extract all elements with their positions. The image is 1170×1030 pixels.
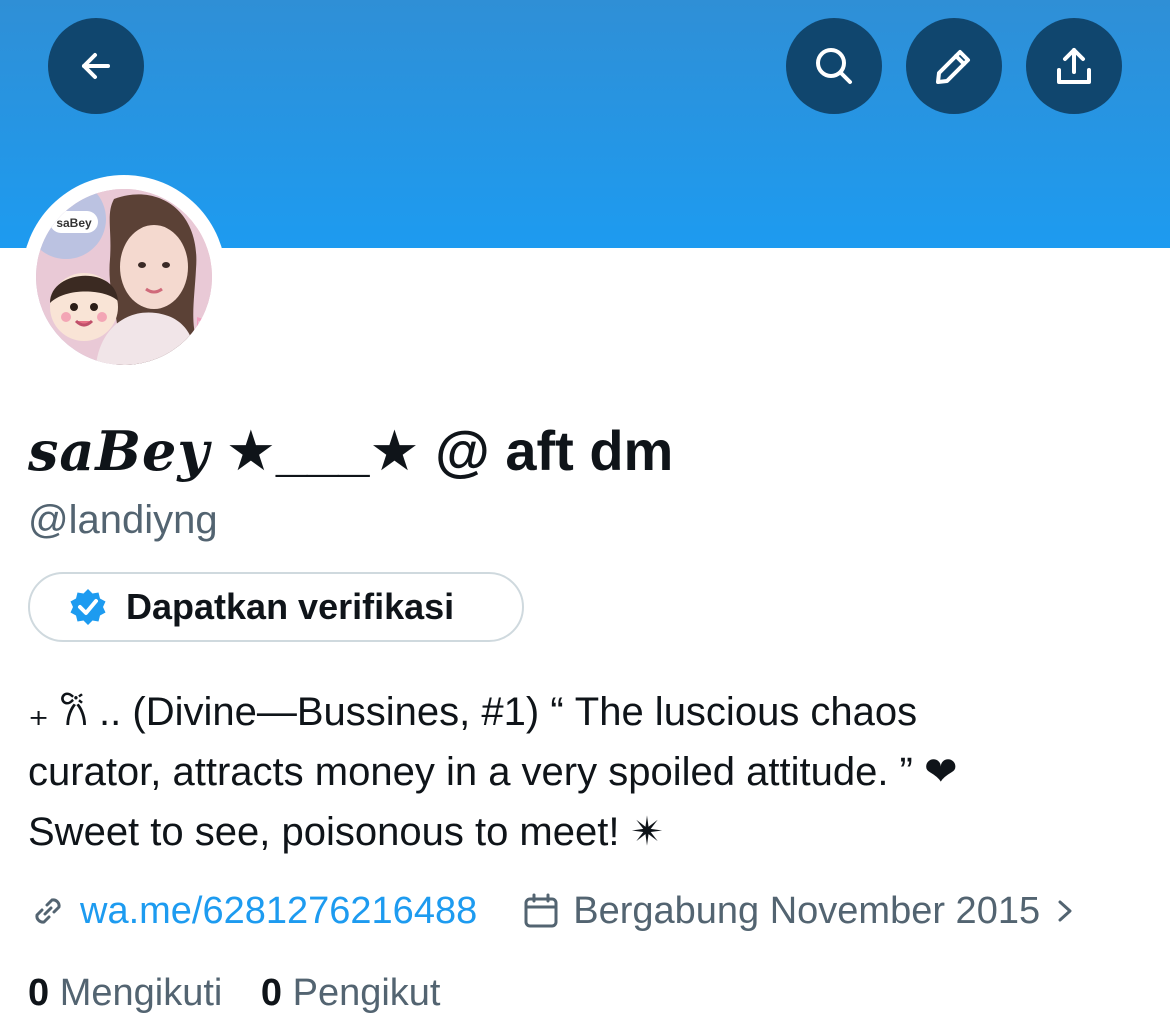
followers-stat[interactable]: 0 Pengikut — [261, 972, 441, 1014]
back-button[interactable] — [48, 18, 144, 114]
calendar-icon — [524, 893, 558, 928]
share-button[interactable] — [1026, 18, 1122, 114]
joined-date: Bergabung November 2015 — [573, 889, 1041, 932]
get-verified-button[interactable]: Dapatkan verifikasi — [28, 572, 524, 642]
avatar[interactable]: saBey ♫ — [22, 175, 226, 379]
display-name: saBey ★___★ @ aft dm — [28, 418, 673, 484]
profile-meta: wa.me/6281276216488 Bergabung November 2… — [28, 886, 1080, 936]
link-icon — [35, 898, 61, 924]
pencil-icon — [936, 50, 970, 84]
followers-label: Pengikut — [292, 972, 441, 1014]
svg-text:saBey: saBey — [56, 216, 92, 230]
following-label: Mengikuti — [59, 972, 223, 1014]
chevron-right-icon[interactable] — [1050, 891, 1080, 931]
following-count: 0 — [28, 972, 50, 1014]
get-verified-label: Dapatkan verifikasi — [126, 586, 455, 627]
following-stat[interactable]: 0 Mengikuti — [28, 972, 233, 1014]
bio-line: curator, attracts money in a very spoile… — [28, 750, 958, 794]
display-name-script: saBey — [28, 419, 210, 483]
profile-link[interactable]: wa.me/6281276216488 — [80, 890, 477, 933]
display-name-rest: ★___★ @ aft dm — [225, 419, 674, 482]
bio-line: Sweet to see, poisonous to meet! ✴ — [28, 810, 665, 854]
edit-button[interactable] — [906, 18, 1002, 114]
search-button[interactable] — [786, 18, 882, 114]
profile-bio: ₊ 𐙚 .. (Divine—Bussines, #1) “ The lusci… — [28, 682, 1148, 862]
search-icon — [816, 48, 852, 84]
verified-badge-icon — [70, 589, 106, 625]
avatar-image: saBey ♫ — [36, 189, 212, 365]
share-upload-icon — [1057, 48, 1091, 84]
arrow-left-icon — [82, 53, 110, 79]
followers-count: 0 — [260, 972, 283, 1014]
bio-line: ₊ 𐙚 .. (Divine—Bussines, #1) “ The lusci… — [28, 690, 918, 734]
username-handle: @landiyng — [28, 498, 218, 542]
svg-text:♫: ♫ — [186, 312, 212, 347]
follow-stats: 0 Mengikuti 0 Pengikut — [28, 972, 441, 1015]
